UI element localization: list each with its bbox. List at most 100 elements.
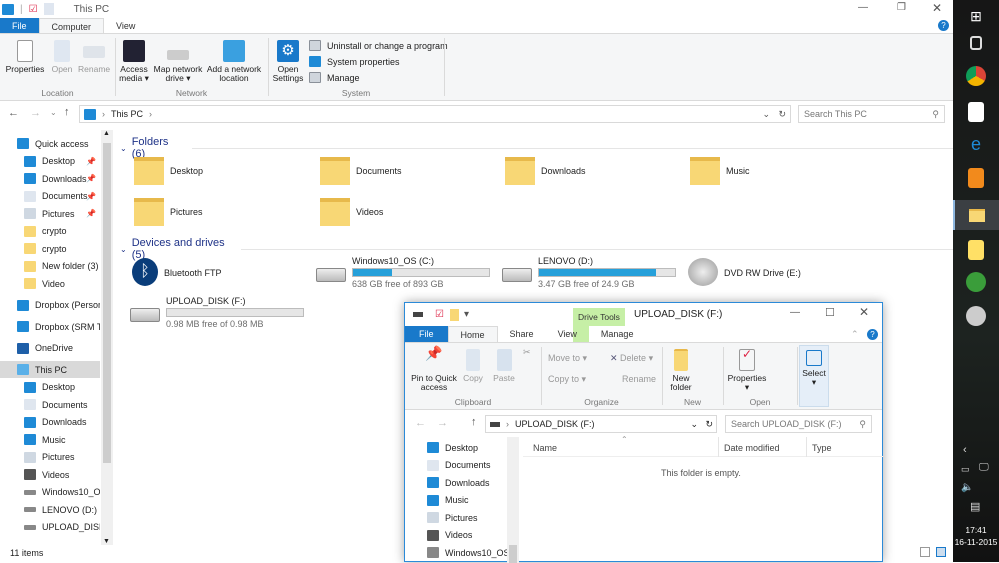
- refresh-button[interactable]: ↻: [778, 109, 786, 120]
- nav-item[interactable]: Documents 📌: [0, 188, 100, 205]
- battery-icon[interactable]: ▭: [961, 464, 970, 475]
- nav-item[interactable]: Pictures: [0, 449, 100, 466]
- edge-icon[interactable]: e: [966, 134, 986, 154]
- task-view-button[interactable]: [970, 36, 982, 50]
- nav-item[interactable]: LENOVO (D:): [0, 501, 100, 518]
- rename-button[interactable]: Rename: [610, 374, 656, 384]
- folder-tile[interactable]: Documents: [320, 157, 402, 185]
- breadcrumb-upload-disk[interactable]: UPLOAD_DISK (F:): [515, 419, 595, 429]
- properties-button[interactable]: Properties: [5, 40, 45, 74]
- pin-icon[interactable]: 📌: [86, 174, 96, 183]
- rename-button[interactable]: Rename: [78, 40, 110, 74]
- paste-button[interactable]: Paste: [491, 349, 517, 383]
- large-icons-view-button[interactable]: [936, 547, 946, 557]
- nav-scrollbar-thumb[interactable]: [509, 545, 517, 563]
- nav-item[interactable]: OneDrive: [0, 340, 100, 357]
- file-explorer-taskbar-button[interactable]: [953, 200, 999, 230]
- forward-button[interactable]: →: [437, 417, 448, 429]
- details-view-button[interactable]: [920, 547, 930, 557]
- nav-item[interactable]: Videos: [427, 527, 507, 544]
- app-icon[interactable]: [968, 168, 984, 188]
- uninstall-program-button[interactable]: Uninstall or change a program: [309, 40, 448, 51]
- nav-item[interactable]: Downloads: [0, 414, 100, 431]
- forward-button[interactable]: →: [30, 107, 41, 119]
- system-properties-button[interactable]: System properties: [309, 56, 400, 67]
- tab-share[interactable]: Share: [498, 326, 546, 342]
- tab-home[interactable]: Home: [447, 326, 498, 342]
- new-folder-button[interactable]: New folder: [665, 349, 697, 392]
- chrome-icon[interactable]: [966, 66, 986, 86]
- access-media-button[interactable]: Access media ▾: [118, 40, 150, 83]
- column-type[interactable]: Type: [812, 443, 832, 453]
- nav-item[interactable]: Documents: [427, 457, 507, 474]
- drive-tile[interactable]: Windows10_OS (C:) 638 GB free of 893 GB: [316, 256, 490, 289]
- help-icon[interactable]: ?: [938, 20, 949, 31]
- app-icon-3[interactable]: [966, 272, 986, 292]
- minimize-button[interactable]: —: [790, 307, 800, 318]
- address-dropdown-icon[interactable]: ⌄: [762, 109, 770, 120]
- clock[interactable]: 17:41 16-11-2015: [953, 524, 999, 548]
- nav-scrollbar[interactable]: [507, 437, 519, 563]
- help-icon[interactable]: ?: [867, 329, 878, 340]
- minimize-button[interactable]: —: [858, 2, 868, 13]
- folder-tile[interactable]: Pictures: [134, 198, 203, 226]
- maximize-button[interactable]: ❐: [897, 2, 906, 13]
- tab-file[interactable]: File: [405, 326, 448, 342]
- tab-manage[interactable]: Manage: [588, 326, 646, 342]
- refresh-button[interactable]: ↻: [705, 419, 713, 430]
- nav-item[interactable]: Windows10_OS (C:): [427, 544, 507, 561]
- show-hidden-icons-button[interactable]: ‹: [963, 444, 967, 456]
- column-name[interactable]: Name: [533, 443, 557, 453]
- back-button[interactable]: ←: [415, 417, 426, 429]
- nav-item[interactable]: Dropbox (SRM Team): [0, 318, 100, 335]
- nav-item[interactable]: Desktop: [427, 439, 507, 456]
- nav-item[interactable]: Desktop 📌: [0, 153, 100, 170]
- new-folder-quick-icon[interactable]: [43, 3, 54, 15]
- tab-file[interactable]: File: [0, 18, 39, 33]
- properties-button[interactable]: ✓ Properties ▾: [725, 348, 769, 392]
- nav-item[interactable]: Music: [427, 492, 507, 509]
- nav-item[interactable]: New folder (3): [0, 258, 100, 275]
- drive-tile[interactable]: UPLOAD_DISK (F:) 0.98 MB free of 0.98 MB: [130, 296, 304, 329]
- nav-item[interactable]: Pictures 📌: [0, 205, 100, 222]
- pin-to-quick-access-button[interactable]: 📌 Pin to Quick access: [409, 346, 459, 392]
- up-button[interactable]: ↑: [471, 416, 477, 428]
- nav-item[interactable]: crypto: [0, 240, 100, 257]
- cut-icon[interactable]: ✂: [523, 347, 531, 358]
- nav-scrollbar[interactable]: ▲ ▼: [101, 130, 113, 545]
- address-bar[interactable]: › UPLOAD_DISK (F:) ⌄ ↻: [485, 415, 717, 433]
- up-button[interactable]: ↑: [64, 106, 70, 118]
- nav-item[interactable]: Quick access: [0, 135, 100, 152]
- nav-item[interactable]: Videos: [0, 466, 100, 483]
- copy-button[interactable]: Copy: [461, 349, 485, 383]
- nav-item[interactable]: Video: [0, 275, 100, 292]
- nav-item[interactable]: Desktop: [0, 379, 100, 396]
- drive-tile[interactable]: DVD RW Drive (E:): [688, 258, 801, 286]
- nav-item[interactable]: Dropbox (Personal): [0, 297, 100, 314]
- folder-tile[interactable]: Downloads: [505, 157, 586, 185]
- nav-scrollbar-thumb[interactable]: [103, 143, 111, 463]
- action-center-icon[interactable]: ▤: [970, 500, 980, 513]
- pin-icon[interactable]: 📌: [86, 157, 96, 166]
- map-network-drive-button[interactable]: Map network drive ▾: [151, 40, 205, 83]
- folder-tile[interactable]: Music: [690, 157, 750, 185]
- add-network-location-button[interactable]: Add a network location: [205, 40, 263, 83]
- drive-tile[interactable]: LENOVO (D:) 3.47 GB free of 24.9 GB: [502, 256, 676, 289]
- nav-item[interactable]: Downloads: [427, 474, 507, 491]
- search-input[interactable]: Search This PC ⚲: [798, 105, 945, 123]
- store-icon[interactable]: [968, 102, 984, 122]
- app-icon-4[interactable]: [966, 306, 986, 326]
- nav-item[interactable]: Windows10_OS (C:): [0, 484, 100, 501]
- recent-locations-button[interactable]: ⌄: [50, 108, 57, 117]
- maximize-button[interactable]: ☐: [825, 306, 835, 319]
- address-bar[interactable]: › This PC › ⌄ ↻: [79, 105, 791, 123]
- copy-to-button[interactable]: Copy to ▾: [548, 374, 586, 385]
- column-date-modified[interactable]: Date modified: [724, 443, 780, 453]
- app-icon-2[interactable]: [968, 240, 984, 260]
- nav-item[interactable]: UPLOAD_DISK (F:): [0, 519, 100, 536]
- manage-button[interactable]: Manage: [309, 72, 360, 83]
- collapse-ribbon-icon[interactable]: ⌃: [851, 329, 859, 340]
- folder-tile[interactable]: Videos: [320, 198, 383, 226]
- start-button[interactable]: ⊞: [966, 8, 986, 28]
- nav-item[interactable]: This PC: [0, 361, 100, 378]
